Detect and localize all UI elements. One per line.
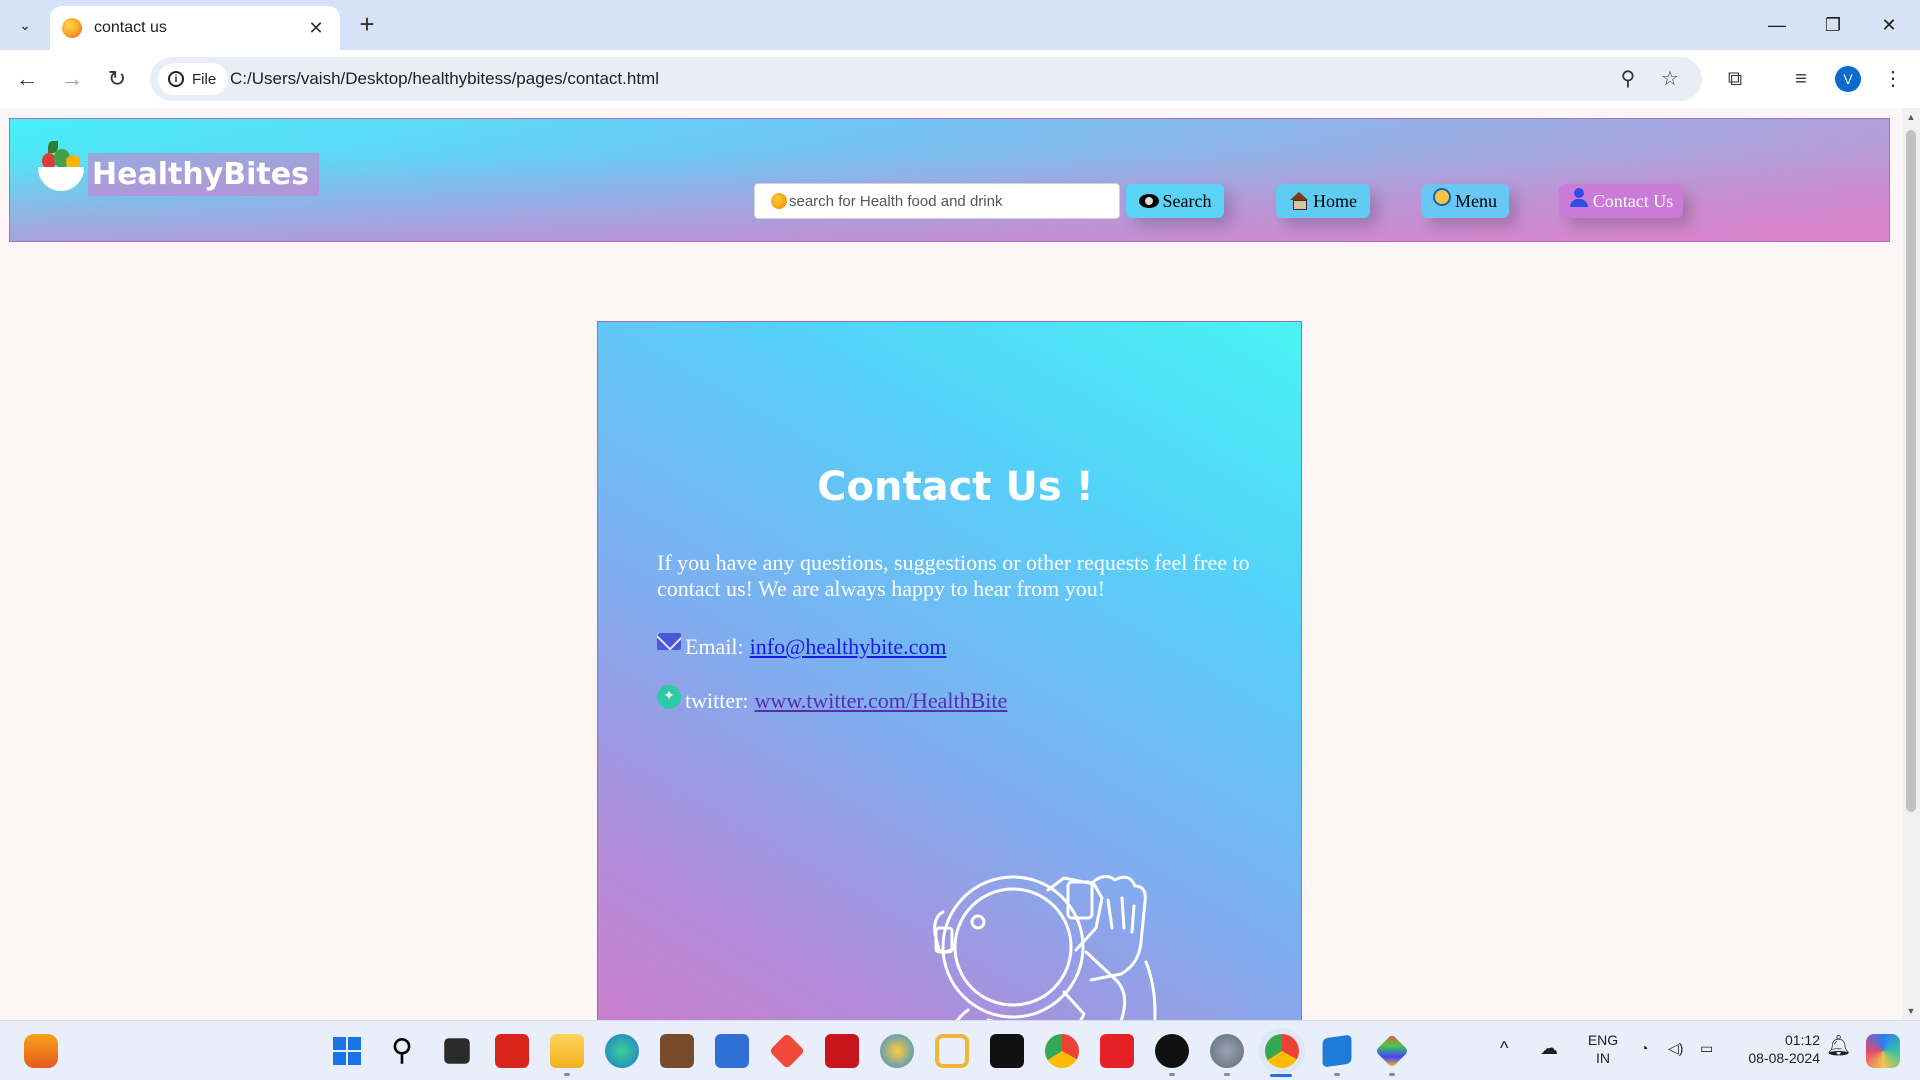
tray-overflow-icon[interactable]: ^ — [1500, 1039, 1508, 1057]
colorful-app-icon[interactable] — [1375, 1034, 1409, 1068]
nav-home-label: Home — [1313, 190, 1357, 211]
site-info-label: File — [192, 70, 217, 88]
site-header: HealthyBites Search Home Menu Contact Us — [9, 118, 1890, 242]
url-text[interactable]: C:/Users/vaish/Desktop/healthybitess/pag… — [230, 69, 659, 89]
clock-date: 08-08-2024 — [1748, 1050, 1820, 1066]
lang-bottom: IN — [1596, 1050, 1610, 1066]
search-taskbar-icon[interactable]: ⚲ — [385, 1034, 419, 1068]
profile-avatar[interactable]: V — [1835, 66, 1861, 92]
close-window-button[interactable]: ✕ — [1866, 8, 1912, 42]
minimize-button[interactable]: — — [1754, 8, 1800, 42]
search-eye-icon — [1138, 194, 1159, 208]
mcafee-icon[interactable] — [825, 1034, 859, 1068]
contact-intro: If you have any questions, suggestions o… — [657, 550, 1250, 601]
battery-icon[interactable]: ▭ — [1700, 1039, 1713, 1057]
house-icon — [1289, 192, 1309, 210]
search-button[interactable]: Search — [1126, 184, 1224, 218]
email-row: Email: info@healthybite.com — [657, 632, 947, 660]
tips-icon[interactable] — [880, 1034, 914, 1068]
address-bar[interactable]: i File C:/Users/vaish/Desktop/healthybit… — [150, 57, 1702, 101]
bookmark-star-icon[interactable]: ☆ — [1656, 65, 1684, 93]
twitter-bird-icon: ✦ — [657, 685, 681, 709]
volume-icon[interactable]: ◁) — [1668, 1039, 1683, 1057]
site-search-input[interactable] — [789, 192, 1109, 210]
onedrive-icon[interactable]: ☁ — [1540, 1039, 1558, 1057]
forward-button[interactable]: → — [55, 62, 89, 96]
github-icon[interactable] — [1155, 1034, 1189, 1068]
brand-name: HealthyBites — [88, 152, 319, 196]
tab-favicon-icon — [62, 18, 82, 38]
browser-menu-icon[interactable]: ⋮ — [1878, 64, 1908, 94]
extensions-icon[interactable]: ⧉ — [1720, 64, 1750, 94]
salad-bowl-icon — [36, 139, 84, 199]
nav-menu-button[interactable]: Menu — [1421, 184, 1509, 218]
browser-tabstrip: ⌄ contact us ✕ + — ❐ ✕ — [0, 0, 1920, 50]
tab-search-button[interactable]: ⌄ — [8, 8, 42, 42]
file-explorer-icon[interactable] — [550, 1034, 584, 1068]
clock[interactable]: 01:12 08-08-2024 — [1730, 1031, 1820, 1067]
photos-app-icon[interactable] — [660, 1034, 694, 1068]
edge-icon[interactable] — [605, 1034, 639, 1068]
red-app-icon[interactable] — [1100, 1034, 1134, 1068]
copilot-icon[interactable] — [1866, 1034, 1900, 1068]
restore-button[interactable]: ❐ — [1810, 8, 1856, 42]
site-info-button[interactable]: i File — [158, 63, 229, 95]
settings-gear-icon[interactable] — [1210, 1034, 1244, 1068]
mica-app-icon[interactable] — [990, 1034, 1024, 1068]
chrome-icon[interactable] — [1045, 1034, 1079, 1068]
nav-home-button[interactable]: Home — [1276, 184, 1370, 218]
nav-contact-label: Contact Us — [1592, 190, 1674, 211]
twitter-row: ✦ twitter: www.twitter.com/HealthBite — [657, 685, 1008, 714]
clock-time: 01:12 — [1784, 1032, 1820, 1048]
zoom-icon[interactable]: ⚲ — [1614, 65, 1642, 93]
widgets-icon[interactable] — [24, 1034, 58, 1068]
browser-toolbar: ← → ↻ i File C:/Users/vaish/Desktop/heal… — [0, 50, 1920, 108]
windows-taskbar: ⚲ ^ ☁ ENG IN ◔ ◁) ▭ 01:12 08-08-2024 🔔︎ — [0, 1020, 1920, 1080]
search-button-label: Search — [1162, 190, 1212, 211]
menu-emoji-icon — [1433, 188, 1451, 206]
scroll-down-arrow[interactable]: ▼ — [1902, 1002, 1920, 1020]
active-tab[interactable]: contact us ✕ — [50, 6, 340, 50]
email-label: Email: — [685, 634, 744, 659]
start-windows-icon[interactable] — [330, 1034, 364, 1068]
task-view-icon[interactable] — [444, 1038, 470, 1064]
twitter-label: twitter: — [685, 688, 749, 713]
twitter-link[interactable]: www.twitter.com/HealthBite — [755, 688, 1008, 714]
tab-title: contact us — [94, 19, 167, 36]
info-icon: i — [168, 71, 184, 87]
diamond-app-icon[interactable] — [768, 1032, 806, 1070]
envelope-icon — [657, 632, 681, 650]
nav-contact-button[interactable]: Contact Us — [1559, 184, 1683, 218]
scroll-thumb[interactable] — [1906, 130, 1916, 812]
notification-bell-icon[interactable]: 🔔︎ — [1826, 1036, 1851, 1056]
site-search-box[interactable] — [754, 183, 1120, 219]
wifi-icon[interactable]: ◔ — [1640, 1039, 1648, 1057]
smiley-emoji-icon — [771, 193, 787, 209]
contact-card: Contact Us ! If you have any questions, … — [597, 321, 1302, 1020]
hexagon-app-icon[interactable] — [935, 1034, 969, 1068]
chrome-active-icon[interactable] — [1265, 1034, 1299, 1068]
email-link[interactable]: info@healthybite.com — [750, 634, 947, 660]
contact-title: Contact Us ! — [817, 464, 1094, 510]
astronaut-illustration — [933, 875, 1157, 1020]
new-tab-button[interactable]: + — [352, 10, 382, 40]
page-viewport: HealthyBites Search Home Menu Contact Us… — [0, 108, 1920, 1020]
scroll-up-arrow[interactable]: ▲ — [1902, 108, 1920, 126]
tab-close-icon[interactable]: ✕ — [304, 18, 328, 39]
media-controls-icon[interactable]: ≡ — [1786, 64, 1816, 94]
nav-menu-label: Menu — [1455, 190, 1497, 211]
lang-top: ENG — [1587, 1032, 1619, 1048]
language-indicator[interactable]: ENG IN — [1584, 1031, 1622, 1067]
acrobat-icon[interactable] — [495, 1034, 529, 1068]
page-scrollbar[interactable]: ▲ ▼ — [1902, 108, 1920, 1020]
vscode-icon[interactable] — [1322, 1034, 1352, 1068]
store-icon[interactable] — [715, 1034, 749, 1068]
reload-button[interactable]: ↻ — [100, 62, 134, 96]
back-button[interactable]: ← — [10, 62, 44, 96]
person-icon — [1569, 188, 1589, 208]
brand-logo[interactable]: HealthyBites — [36, 139, 319, 199]
